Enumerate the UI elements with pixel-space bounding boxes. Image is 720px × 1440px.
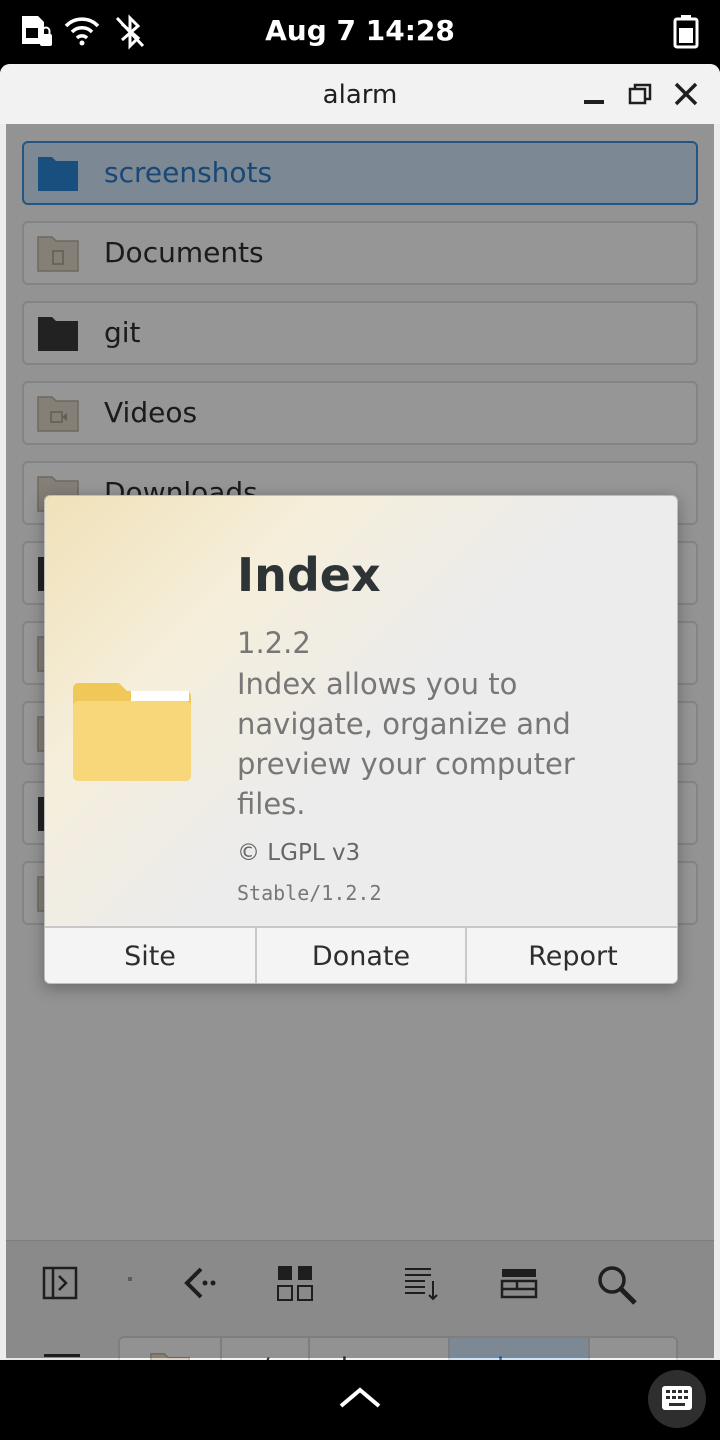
title-bar: alarm xyxy=(0,64,720,124)
app-name: Index xyxy=(237,548,381,602)
status-bar: Aug 7 14:28 xyxy=(0,0,720,64)
folder-logo-icon xyxy=(73,683,191,781)
site-button[interactable]: Site xyxy=(45,928,255,983)
clock: Aug 7 14:28 xyxy=(265,14,455,47)
app-build: Stable/1.2.2 xyxy=(237,881,382,905)
dialog-buttons: Site Donate Report xyxy=(45,926,677,983)
about-dialog: Index 1.2.2 Index allows you to navigate… xyxy=(44,495,678,984)
chevron-up-icon[interactable] xyxy=(338,1384,382,1412)
navigation-bar xyxy=(0,1360,720,1440)
report-button[interactable]: Report xyxy=(465,928,677,983)
close-icon[interactable] xyxy=(672,80,700,108)
keyboard-button[interactable] xyxy=(648,1370,706,1428)
keyboard-icon xyxy=(662,1386,692,1410)
donate-button[interactable]: Donate xyxy=(255,928,465,983)
app-description: Index allows you to navigate, organize a… xyxy=(237,667,575,821)
maximize-icon[interactable] xyxy=(626,80,654,108)
minimize-icon[interactable] xyxy=(580,80,608,108)
app-version: 1.2.2 xyxy=(237,626,311,660)
battery-icon xyxy=(673,15,699,49)
app-license: © LGPL v3 xyxy=(237,840,361,866)
window-title: alarm xyxy=(322,80,398,110)
